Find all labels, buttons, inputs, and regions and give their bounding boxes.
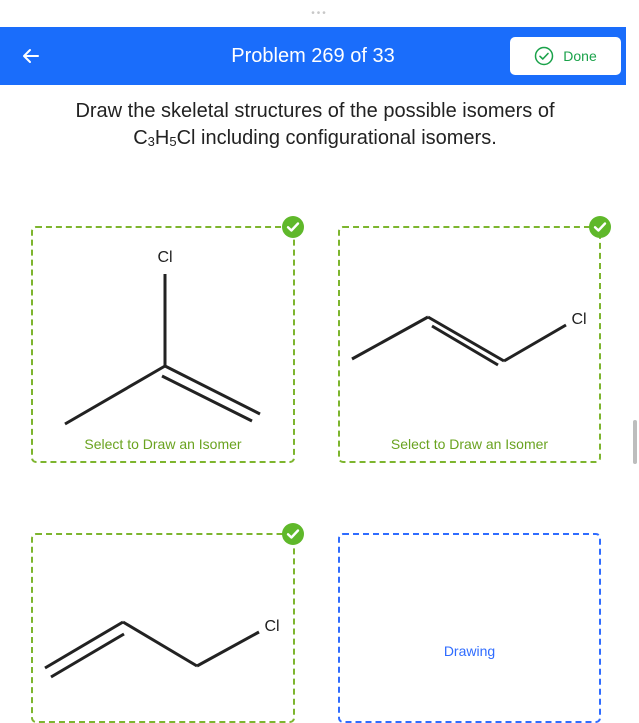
header-bar: Problem 269 of 33 Done: [0, 27, 626, 85]
isomer-card-3[interactable]: Cl: [31, 533, 295, 723]
molecule-3-chloropropene: Cl: [44, 618, 280, 679]
scrollbar-thumb[interactable]: [633, 420, 637, 464]
formula: C3H5Cl: [133, 127, 196, 149]
isomer-card-1[interactable]: Cl Select to Draw an Isomer: [31, 226, 295, 463]
checkmark-badge-icon: [282, 216, 304, 238]
chlorine-label: Cl: [571, 311, 586, 328]
chlorine-label: Cl: [264, 618, 279, 635]
page-title: Problem 269 of 33: [231, 45, 395, 67]
molecule-2-chloropropene: Cl: [64, 249, 261, 426]
drawing-status-label: Drawing: [443, 643, 496, 659]
arrow-left-icon: [23, 49, 39, 63]
back-button[interactable]: [18, 43, 44, 69]
checkmark-badge-icon: [589, 216, 611, 238]
isomer-card-2[interactable]: Cl Select to Draw an Isomer: [338, 226, 601, 463]
window-edge: [626, 0, 639, 700]
molecule-1-chloropropene: Cl: [351, 311, 587, 367]
check-circle-icon: [535, 46, 554, 66]
done-button[interactable]: Done: [510, 37, 621, 75]
done-label: Done: [563, 48, 597, 64]
card-label: Select to Draw an Isomer: [390, 436, 549, 452]
drag-handle[interactable]: •••: [0, 9, 639, 19]
chlorine-label: Cl: [157, 249, 172, 266]
prompt-line-2: including configurational isomers.: [195, 127, 497, 149]
prompt-line-1: Draw the skeletal structures of the poss…: [75, 100, 555, 122]
card-label: Select to Draw an Isomer: [84, 436, 242, 452]
checkmark-badge-icon: [282, 523, 304, 545]
question-prompt: Draw the skeletal structures of the poss…: [30, 98, 600, 153]
isomer-card-4-drawing[interactable]: Drawing: [338, 533, 601, 723]
